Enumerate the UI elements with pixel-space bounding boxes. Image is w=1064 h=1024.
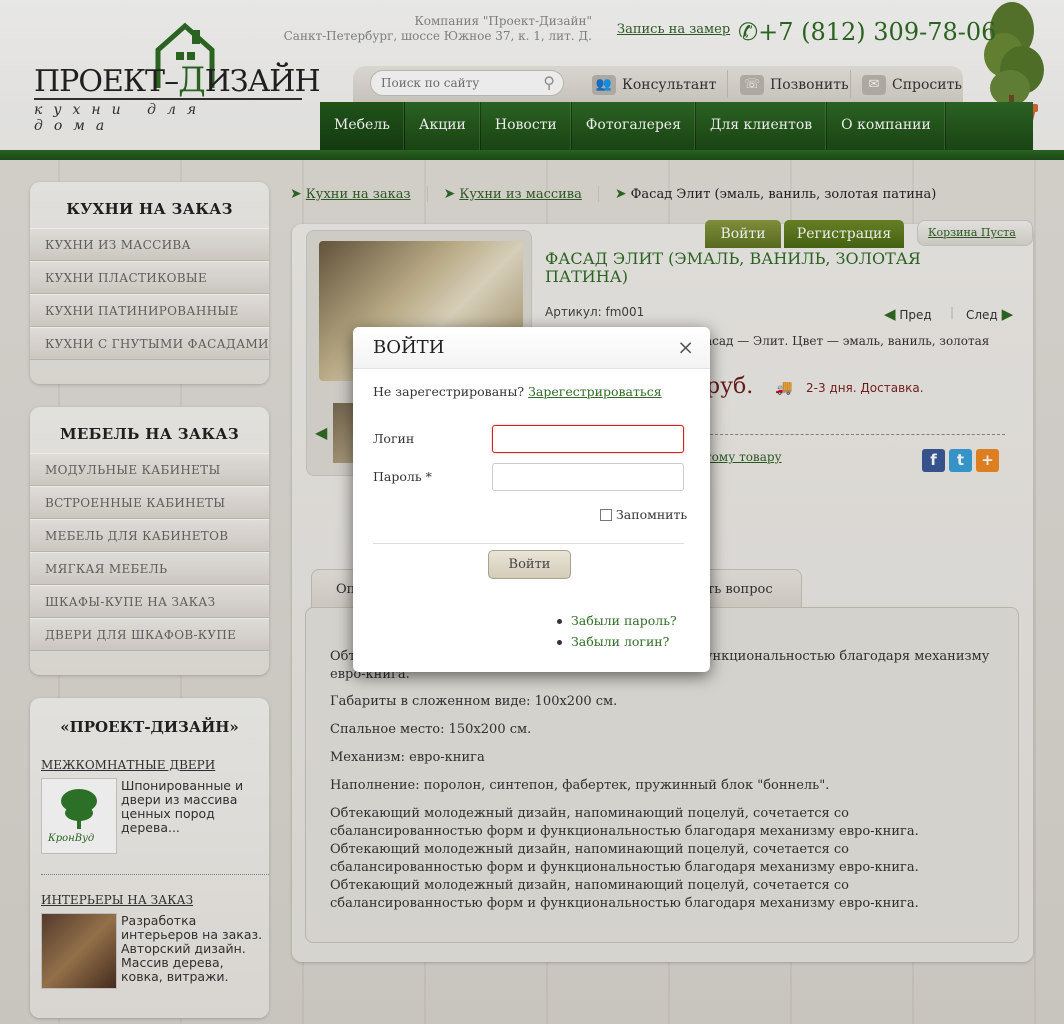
remember-checkbox[interactable]	[600, 509, 612, 521]
not-registered-text: Не зарегестрированы?	[373, 384, 525, 399]
password-label: Пароль *	[373, 469, 432, 484]
register-prompt: Не зарегестрированы? Зарегестрироваться	[373, 384, 662, 399]
register-link[interactable]: Зарегестрироваться	[528, 384, 661, 399]
remember-label: Запомнить	[616, 507, 688, 522]
bullet-icon	[557, 619, 562, 624]
login-modal: ВОЙТИ × Не зарегестрированы? Зарегестрир…	[353, 327, 710, 672]
login-label: Логин	[373, 431, 415, 446]
bullet-icon	[557, 640, 562, 645]
divider	[373, 543, 684, 544]
forgot-password-link[interactable]: Забыли пароль?	[571, 613, 677, 628]
forgot-password-item: Забыли пароль?	[557, 613, 677, 628]
password-input[interactable]	[492, 463, 684, 491]
login-input[interactable]	[492, 425, 684, 453]
forgot-login-item: Забыли логин?	[557, 634, 669, 649]
forgot-login-link[interactable]: Забыли логин?	[571, 634, 669, 649]
modal-title: ВОЙТИ	[353, 327, 710, 369]
login-submit-button[interactable]: Войти	[488, 550, 571, 579]
close-icon[interactable]: ×	[677, 335, 694, 359]
